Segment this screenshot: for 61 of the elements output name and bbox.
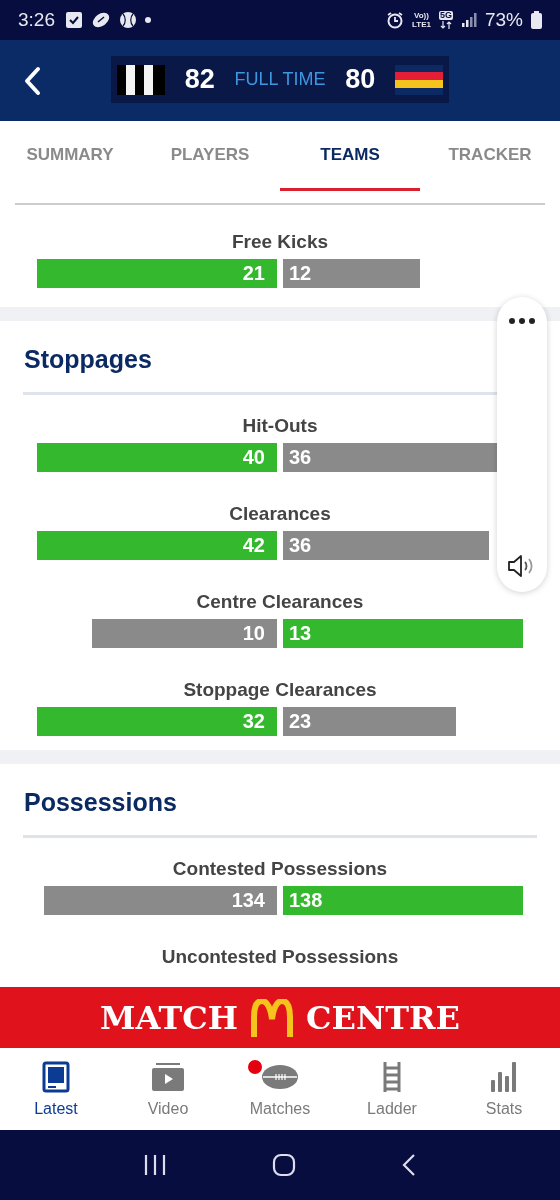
home-stat-bar: 134 xyxy=(43,886,277,915)
home-score: 82 xyxy=(184,64,215,95)
section-title: Possessions xyxy=(23,787,178,817)
home-stat-bar: 40 xyxy=(37,443,277,472)
tab[interactable]: TRACKER xyxy=(420,121,560,191)
alarm-icon xyxy=(386,11,404,29)
data-arrows-icon xyxy=(439,21,452,29)
back-icon[interactable] xyxy=(401,1153,418,1177)
volte-indicator: Vo)) LTE1 xyxy=(412,11,431,29)
home-stat-bar: 21 xyxy=(37,259,277,288)
stat-label: Centre Clearances xyxy=(196,590,364,614)
away-stat-bar: 36 xyxy=(283,443,499,472)
recent-apps-icon[interactable] xyxy=(142,1154,167,1176)
baseball-icon xyxy=(119,11,137,29)
stat-label: Hit-Outs xyxy=(242,414,318,438)
back-icon[interactable] xyxy=(22,65,42,96)
arches-logo-icon xyxy=(250,998,295,1037)
home-stat-bar: 10 xyxy=(92,619,277,648)
tab[interactable]: SUMMARY xyxy=(0,121,140,191)
away-stat-bar: 36 xyxy=(283,531,489,560)
stat-label: Uncontested Possessions xyxy=(161,945,399,969)
battery-percent: 73% xyxy=(484,9,523,31)
nav-item[interactable]: Latest xyxy=(0,1048,112,1130)
nav-item[interactable]: Stats xyxy=(448,1048,560,1130)
home-stat-bar: 32 xyxy=(37,707,277,736)
stat-label: Stoppage Clearances xyxy=(183,678,377,702)
football-icon xyxy=(91,11,111,29)
network-indicator: 5G xyxy=(438,11,453,29)
section-title: Stoppages xyxy=(23,344,153,374)
football-icon xyxy=(262,1065,298,1089)
home-icon[interactable] xyxy=(272,1153,296,1177)
striped-guernsey-icon xyxy=(117,64,165,95)
dot-icon xyxy=(145,17,151,23)
match-centre-banner[interactable]: MATCH CENTRE xyxy=(0,987,560,1048)
away-stat-bar: 13 xyxy=(283,619,523,648)
stat-label: Clearances xyxy=(229,502,331,526)
nav-item[interactable]: Matches xyxy=(224,1048,336,1130)
away-stat-bar: 138 xyxy=(283,886,523,915)
checkbox-icon xyxy=(65,11,83,29)
clock-time: 3:26 xyxy=(18,9,55,31)
bar-chart-icon xyxy=(491,1062,517,1092)
tricolour-flag-icon xyxy=(395,64,443,95)
away-score: 80 xyxy=(345,64,376,95)
stat-label: Free Kicks xyxy=(231,230,329,254)
nav-item[interactable]: Ladder xyxy=(336,1048,448,1130)
banner-text: CENTRE xyxy=(306,998,460,1037)
tablet-icon xyxy=(42,1061,70,1093)
match-status: FULL TIME xyxy=(234,69,326,90)
nav-item[interactable]: Video xyxy=(112,1048,224,1130)
stat-label: Contested Possessions xyxy=(172,857,388,881)
away-stat-bar: 12 xyxy=(283,259,421,288)
battery-icon xyxy=(531,11,542,29)
tab[interactable]: PLAYERS xyxy=(140,121,280,191)
home-stat-bar: 42 xyxy=(37,531,277,560)
signal-icon xyxy=(460,12,477,28)
video-icon xyxy=(152,1063,184,1091)
away-stat-bar: 23 xyxy=(283,707,456,736)
ladder-icon xyxy=(382,1062,402,1092)
banner-text: MATCH xyxy=(100,998,239,1037)
tab[interactable]: TEAMS xyxy=(280,121,420,191)
more-icon[interactable] xyxy=(508,317,536,325)
